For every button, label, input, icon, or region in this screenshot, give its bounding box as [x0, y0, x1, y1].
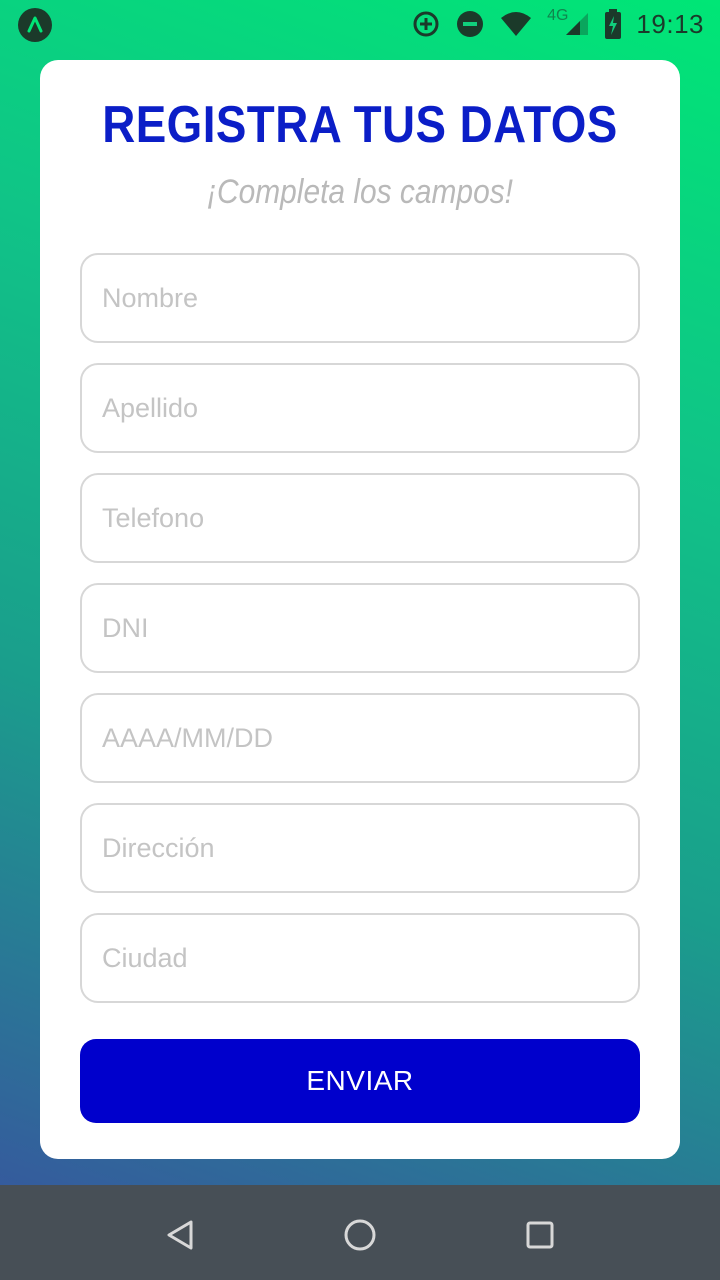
- battery-charging-icon: [605, 9, 622, 39]
- birthdate-field[interactable]: [80, 693, 640, 783]
- submit-button[interactable]: ENVIAR: [80, 1039, 640, 1123]
- app-badge-icon: [18, 8, 52, 42]
- status-icons: 4G 19:13: [411, 0, 704, 48]
- nombre-field[interactable]: [80, 253, 640, 343]
- ciudad-field[interactable]: [80, 913, 640, 1003]
- network-type-label: 4G: [547, 7, 569, 24]
- page-subtitle: ¡Completa los campos!: [207, 173, 513, 211]
- status-bar: 4G 19:13: [0, 0, 720, 48]
- status-time: 19:13: [636, 8, 704, 39]
- wifi-icon: [501, 12, 532, 36]
- app-screen: 4G 19:13 REGISTRA TUS DATOS ¡Completa lo…: [0, 0, 720, 1280]
- dni-field[interactable]: [80, 583, 640, 673]
- do-not-disturb-icon: [457, 11, 484, 37]
- home-icon: [344, 1219, 376, 1251]
- page-title: REGISTRA TUS DATOS: [102, 96, 618, 154]
- telefono-field[interactable]: [80, 473, 640, 563]
- recents-icon: [526, 1221, 554, 1249]
- data-saver-icon: [413, 11, 439, 37]
- nav-home-button[interactable]: [330, 1205, 390, 1265]
- nav-recents-button[interactable]: [510, 1205, 570, 1265]
- nav-back-button[interactable]: [150, 1205, 210, 1265]
- back-icon: [167, 1220, 193, 1250]
- direccion-field[interactable]: [80, 803, 640, 893]
- navigation-bar: [0, 1185, 720, 1280]
- apellido-field[interactable]: [80, 363, 640, 453]
